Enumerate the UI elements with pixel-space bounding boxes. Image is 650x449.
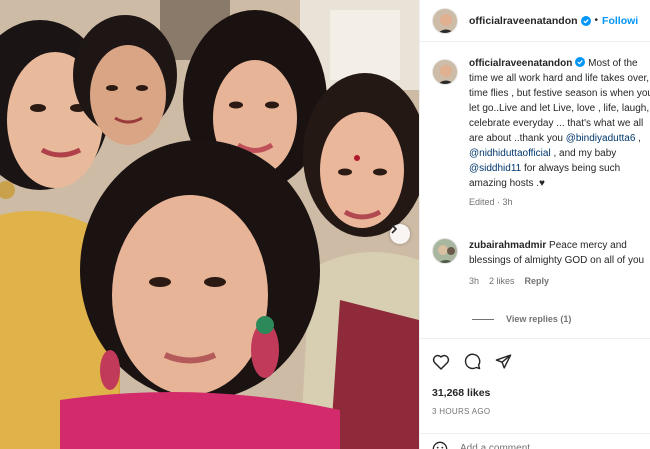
post-actions: 31,268 likes 3 HOURS AGO [420, 338, 650, 449]
header-separator: • [594, 15, 599, 26]
follow-button[interactable]: Followi [602, 15, 638, 27]
add-comment-bar [420, 433, 650, 449]
heart-icon[interactable] [432, 353, 450, 370]
action-icons [432, 353, 512, 370]
comment-icon[interactable] [464, 353, 481, 370]
caption-body: officialraveenatandon Most of the time w… [469, 56, 650, 210]
post-header: officialraveenatandon • Followi [420, 0, 650, 42]
caption-text-part: , [635, 133, 641, 144]
caption-meta: Edited · 3h [469, 197, 513, 207]
heart-glyph: ♥ [539, 178, 545, 189]
view-replies-label: View replies (1) [506, 314, 572, 324]
chevron-right-icon [391, 224, 398, 234]
next-photo-button[interactable] [390, 224, 410, 244]
comment-body: zubairahmadmir Peace mercy and blessings… [469, 238, 650, 289]
caption-text: officialraveenatandon Most of the time w… [469, 56, 650, 191]
avatar-image [433, 8, 457, 33]
mention-link[interactable]: @nidhiduttaofficial [469, 148, 551, 159]
comment-input[interactable] [460, 443, 610, 449]
view-replies-button[interactable]: View replies (1) [472, 314, 571, 324]
mention-link[interactable]: @siddhid11 [469, 163, 521, 174]
post-timestamp: 3 HOURS AGO [432, 407, 491, 416]
likes-count[interactable]: 31,268 likes [432, 387, 490, 399]
caption-text-part: Most of the time we all work hard and li… [469, 58, 650, 144]
post-photo[interactable] [0, 0, 419, 449]
comment-item: zubairahmadmir Peace mercy and blessings… [432, 238, 650, 289]
replies-divider [472, 318, 494, 320]
caption-username[interactable]: officialraveenatandon [469, 58, 572, 69]
verified-badge-icon [575, 57, 586, 67]
commenter-avatar[interactable] [432, 238, 458, 264]
comment-text: zubairahmadmir Peace mercy and blessings… [469, 238, 650, 268]
commenter-username[interactable]: zubairahmadmir [469, 240, 546, 251]
reply-button[interactable]: Reply [525, 274, 550, 289]
mention-link[interactable]: @bindiyadutta6 [566, 133, 636, 144]
post-side-panel: officialraveenatandon • Followi official… [419, 0, 650, 449]
share-icon[interactable] [495, 353, 512, 370]
emoji-icon[interactable] [432, 441, 448, 449]
post-caption: officialraveenatandon Most of the time w… [432, 56, 650, 210]
author-username[interactable]: officialraveenatandon [469, 15, 578, 27]
comment-likes[interactable]: 2 likes [489, 274, 515, 289]
comment-meta: 3h 2 likes Reply [469, 274, 650, 289]
caption-avatar[interactable] [432, 59, 458, 85]
caption-text-part: , and my baby [550, 148, 617, 159]
group-selfie-image [0, 0, 419, 449]
comment-time: 3h [469, 276, 480, 286]
verified-badge-icon [580, 15, 591, 26]
avatar-image [433, 60, 457, 84]
avatar-image [433, 239, 457, 263]
author-avatar[interactable] [432, 7, 458, 34]
